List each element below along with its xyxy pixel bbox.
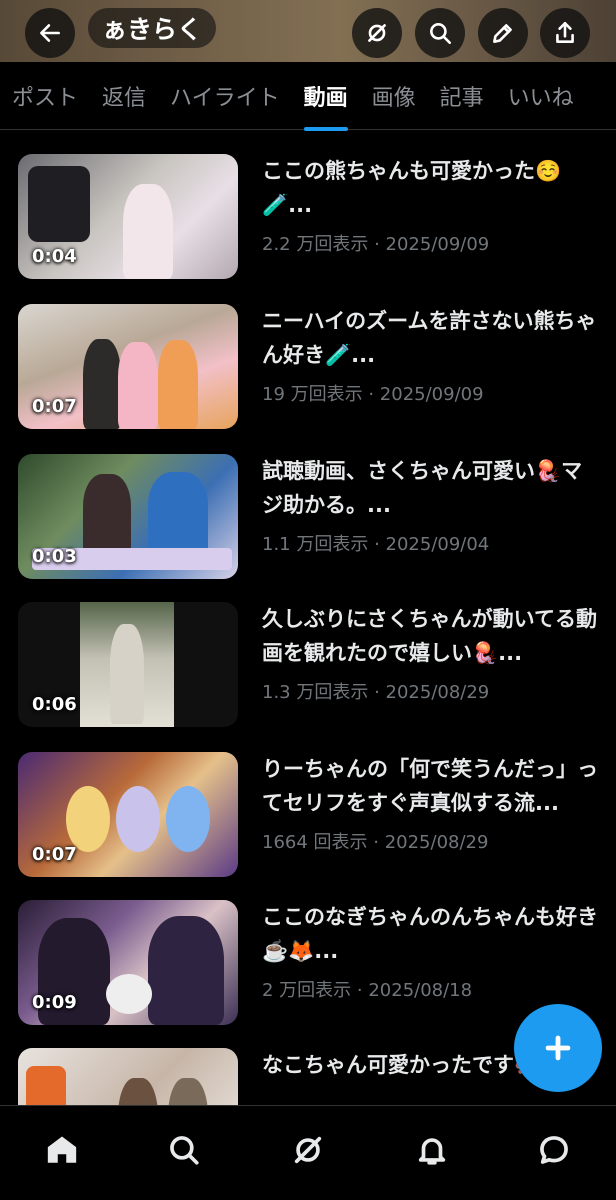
video-list-item[interactable]: 0:07 りーちゃんの「何で笑うんだっ」ってセリフをすぐ声真似する流... 16…: [18, 752, 608, 877]
video-thumbnail[interactable]: 0:07: [18, 304, 238, 429]
video-duration: 0:03: [32, 546, 77, 567]
video-thumbnail[interactable]: 0:04: [18, 154, 238, 279]
tab-videos[interactable]: 動画: [292, 62, 360, 131]
video-list-item[interactable]: 0:03 試聴動画、さくちゃん可愛い🪼マジ助かる。... 1.1 万回表示 · …: [18, 454, 608, 579]
video-list-item[interactable]: 0:04 ここの熊ちゃんも可愛かった☺️🧪... 2.2 万回表示 · 2025…: [18, 154, 608, 279]
tab-replies[interactable]: 返信: [90, 62, 158, 130]
video-duration: 0:09: [32, 992, 77, 1013]
video-thumbnail[interactable]: 0:03: [18, 454, 238, 579]
tab-posts[interactable]: ポスト: [0, 62, 90, 130]
video-thumbnail[interactable]: 0:07: [18, 752, 238, 877]
video-duration: 0:07: [32, 844, 77, 865]
arrow-left-icon: [40, 24, 60, 42]
video-meta: 2 万回表示 · 2025/08/18: [262, 980, 473, 1001]
profile-name: ぁきらく: [88, 8, 217, 48]
edit-button[interactable]: [478, 8, 528, 58]
video-title[interactable]: りーちゃんの「何で笑うんだっ」ってセリフをすぐ声真似する流...: [262, 752, 602, 820]
nav-notifications[interactable]: [402, 1122, 462, 1178]
video-duration: 0:06: [32, 694, 77, 715]
tab-articles[interactable]: 記事: [428, 62, 496, 130]
search-icon: [430, 23, 452, 45]
nav-home[interactable]: [32, 1122, 92, 1178]
video-meta: 1.1 万回表示 · 2025/09/04: [262, 534, 490, 555]
video-duration: 0:07: [32, 396, 77, 417]
video-thumbnail[interactable]: [18, 1048, 238, 1105]
compose-button[interactable]: [514, 1004, 602, 1092]
nav-grok[interactable]: [278, 1122, 338, 1178]
tab-images[interactable]: 画像: [360, 62, 428, 130]
grok-icon: [294, 1136, 322, 1164]
home-icon: [47, 1136, 77, 1163]
video-meta: 2.2 万回表示 · 2025/09/09: [262, 234, 490, 255]
video-meta: 1.3 万回表示 · 2025/08/29: [262, 682, 490, 703]
video-title[interactable]: ニーハイのズームを許さない熊ちゃん好き🧪...: [262, 304, 602, 372]
video-thumbnail[interactable]: 0:09: [18, 900, 238, 1025]
video-list-item[interactable]: 0:07 ニーハイのズームを許さない熊ちゃん好き🧪... 19 万回表示 · 2…: [18, 304, 608, 429]
grok-button[interactable]: [352, 8, 402, 58]
bottom-nav: [0, 1105, 616, 1200]
back-button[interactable]: [25, 8, 75, 58]
nav-messages[interactable]: [524, 1122, 584, 1178]
video-title[interactable]: 久しぶりにさくちゃんが動いてる動画を観れたので嬉しい🪼...: [262, 602, 602, 670]
plus-icon: [545, 1035, 571, 1061]
tab-likes[interactable]: いいね: [496, 62, 586, 130]
profile-tabs: ポスト 返信 ハイライト 動画 画像 記事 いいね: [0, 62, 616, 131]
video-meta: 1664 回表示 · 2025/08/29: [262, 832, 489, 853]
video-title[interactable]: ここのなぎちゃんのんちゃんも好き☕️🦊...: [262, 900, 602, 968]
grok-icon: [368, 24, 386, 42]
video-meta: 19 万回表示 · 2025/09/09: [262, 384, 484, 405]
video-list-item[interactable]: 0:06 久しぶりにさくちゃんが動いてる動画を観れたので嬉しい🪼... 1.3 …: [18, 602, 608, 727]
video-thumbnail[interactable]: 0:06: [18, 602, 238, 727]
video-list: 0:04 ここの熊ちゃんも可愛かった☺️🧪... 2.2 万回表示 · 2025…: [0, 130, 616, 1105]
search-icon: [170, 1136, 199, 1165]
chat-bubble-icon: [540, 1136, 568, 1164]
nav-search[interactable]: [154, 1122, 214, 1178]
profile-header: ぁきらく: [0, 0, 616, 62]
video-duration: 0:04: [32, 246, 77, 267]
video-list-item[interactable]: 0:09 ここのなぎちゃんのんちゃんも好き☕️🦊... 2 万回表示 · 202…: [18, 900, 608, 1025]
video-title[interactable]: 試聴動画、さくちゃん可愛い🪼マジ助かる。...: [262, 454, 602, 522]
share-button[interactable]: [540, 8, 590, 58]
bell-icon: [418, 1138, 446, 1165]
video-title[interactable]: ここの熊ちゃんも可愛かった☺️🧪...: [262, 154, 602, 222]
pencil-icon: [493, 24, 512, 43]
tab-highlights[interactable]: ハイライト: [158, 62, 292, 130]
share-icon: [556, 21, 574, 43]
search-button[interactable]: [415, 8, 465, 58]
